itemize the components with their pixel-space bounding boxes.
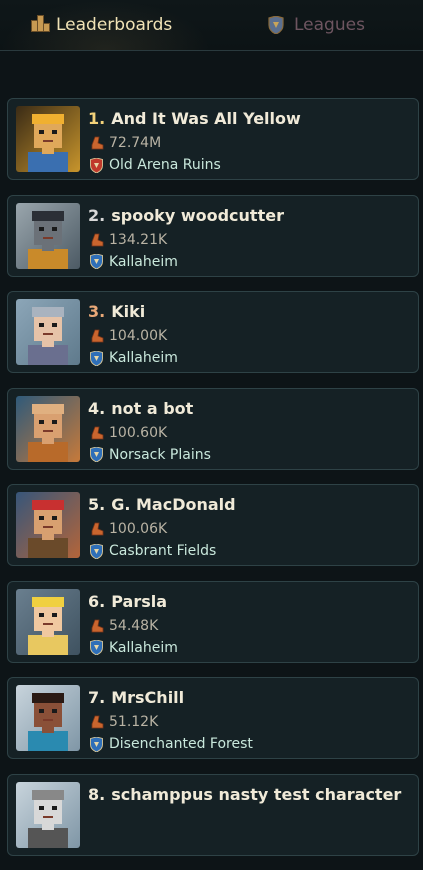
league-row: Disenchanted Forest xyxy=(90,736,253,752)
league-shield-icon xyxy=(90,350,103,366)
boot-icon xyxy=(90,619,104,633)
tab-leagues-label: Leagues xyxy=(294,15,365,35)
score-value: 54.48K xyxy=(109,617,159,634)
player-name: And It Was All Yellow xyxy=(111,109,301,128)
boot-icon xyxy=(90,136,104,150)
score-row: 51.12K xyxy=(90,714,158,730)
player-name: spooky woodcutter xyxy=(111,205,284,225)
boot-icon xyxy=(90,522,104,536)
avatar xyxy=(16,106,80,172)
league-row: Old Arena Ruins xyxy=(90,157,221,173)
league-shield-icon xyxy=(90,736,103,752)
league-shield-icon xyxy=(90,639,103,656)
leaderboard-entry[interactable]: 7. MrsChill 51.12K Disenchanted Forest xyxy=(7,677,419,759)
avatar xyxy=(16,202,80,269)
avatar xyxy=(16,588,80,655)
score-value: 72.74M xyxy=(109,135,162,151)
entry-title: 2. spooky woodcutter xyxy=(88,206,284,225)
rank-number: 8. xyxy=(88,784,106,804)
leaderboard-entry[interactable]: 1. And It Was All Yellow 72.74M Old Arena… xyxy=(7,98,419,180)
score-value: 100.06K xyxy=(109,521,168,537)
league-shield-icon xyxy=(90,543,103,559)
player-name: schamppus nasty test character xyxy=(111,784,402,804)
rank-number: 4. xyxy=(88,398,106,418)
avatar xyxy=(16,685,80,751)
league-shield-icon xyxy=(90,157,103,173)
league-name: Kallaheim xyxy=(109,639,178,656)
leaderboard-entry[interactable]: 5. G. MacDonald 100.06K Casbrant Fields xyxy=(7,484,419,566)
rank-number: 2. xyxy=(88,205,106,225)
player-name: Parsla xyxy=(111,591,168,611)
avatar xyxy=(16,395,80,462)
tab-leaderboards-label: Leaderboards xyxy=(56,15,173,35)
rank-number: 5. xyxy=(88,495,106,514)
rank-number: 6. xyxy=(88,591,106,611)
avatar xyxy=(16,492,80,558)
leaderboard-entry[interactable]: 6. Parsla 54.48K Kallaheim xyxy=(7,580,419,663)
league-row: Casbrant Fields xyxy=(90,543,216,559)
league-name: Disenchanted Forest xyxy=(109,736,253,752)
rank-number: 3. xyxy=(88,302,106,321)
entry-title: 1. And It Was All Yellow xyxy=(88,109,301,128)
leaderboard-entry[interactable]: 3. Kiki 104.00K Kallaheim xyxy=(7,291,419,373)
league-row: Kallaheim xyxy=(90,640,178,656)
league-shield-icon xyxy=(90,253,103,270)
tab-leaderboards[interactable]: Leaderboards xyxy=(30,0,172,50)
score-value: 134.21K xyxy=(109,231,168,248)
leaderboard-entry[interactable]: 4. not a bot 100.60K Norsack Plains xyxy=(7,387,419,470)
league-row: Norsack Plains xyxy=(90,447,211,463)
boot-icon xyxy=(90,329,104,343)
leaderboard-entry[interactable]: 2. spooky woodcutter 134.21K Kallaheim xyxy=(7,194,419,277)
entry-title: 7. MrsChill xyxy=(88,688,184,707)
league-row: Kallaheim xyxy=(90,254,178,270)
entry-title: 3. Kiki xyxy=(88,302,145,321)
player-name: G. MacDonald xyxy=(111,495,236,514)
score-value: 100.60K xyxy=(109,424,168,441)
avatar xyxy=(16,299,80,365)
player-name: not a bot xyxy=(111,398,194,418)
rank-number: 1. xyxy=(88,109,106,128)
score-row: 54.48K xyxy=(90,618,158,634)
avatar xyxy=(16,781,80,848)
tab-bar: Leaderboards Leagues xyxy=(0,0,423,51)
boot-icon xyxy=(90,233,104,247)
tab-leagues[interactable]: Leagues xyxy=(268,0,365,50)
score-value: 51.12K xyxy=(109,714,159,730)
trophy-icon xyxy=(30,15,50,34)
leaderboard-entry[interactable]: 8. schamppus nasty test character xyxy=(7,773,419,856)
league-name: Old Arena Ruins xyxy=(109,157,221,173)
leaderboard-list: 1. And It Was All Yellow 72.74M Old Arena… xyxy=(7,98,419,870)
league-name: Norsack Plains xyxy=(109,446,211,463)
score-value: 104.00K xyxy=(109,328,168,344)
entry-title: 8. schamppus nasty test character xyxy=(88,785,401,804)
league-name: Casbrant Fields xyxy=(109,543,217,559)
score-row: 72.74M xyxy=(90,135,161,151)
entry-title: 5. G. MacDonald xyxy=(88,495,236,514)
entry-title: 6. Parsla xyxy=(88,592,167,611)
league-name: Kallaheim xyxy=(109,350,178,366)
league-name: Kallaheim xyxy=(109,253,178,270)
boot-icon xyxy=(90,715,104,729)
rank-number: 7. xyxy=(88,688,106,707)
boot-icon xyxy=(90,426,104,440)
player-name: Kiki xyxy=(111,302,146,321)
score-row: 104.00K xyxy=(90,328,167,344)
player-name: MrsChill xyxy=(111,688,185,707)
score-row: 134.21K xyxy=(90,232,167,248)
league-shield-icon xyxy=(90,446,103,463)
score-row: 100.06K xyxy=(90,521,167,537)
score-row: 100.60K xyxy=(90,425,167,441)
entry-title: 4. not a bot xyxy=(88,399,193,418)
league-row: Kallaheim xyxy=(90,350,178,366)
shield-icon xyxy=(268,16,286,34)
